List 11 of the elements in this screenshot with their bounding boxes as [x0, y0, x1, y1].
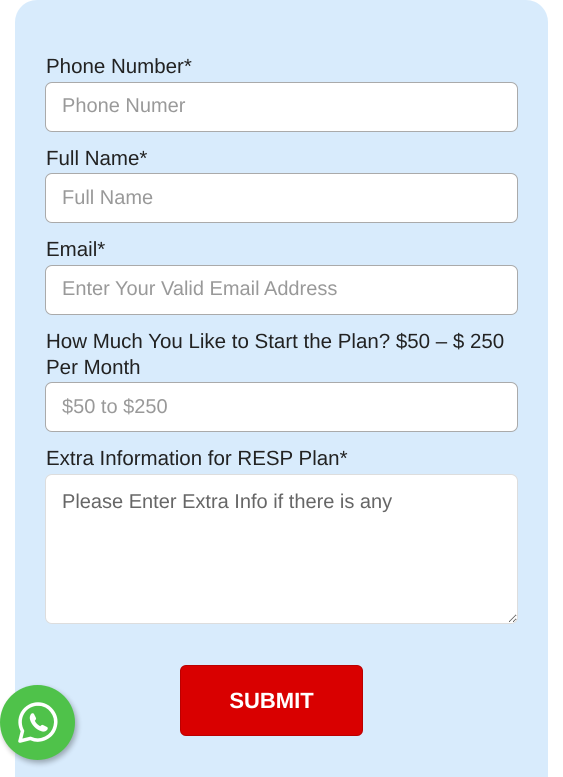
field-label: Email*	[46, 237, 106, 263]
field-label: Full Name*	[46, 146, 148, 172]
text-area[interactable]: Please Enter Extra Info if there is any	[45, 474, 518, 624]
field-label: Extra Information for RESP Plan*	[46, 446, 349, 472]
submit-button[interactable]: SUBMIT	[180, 664, 363, 736]
input-field[interactable]: Phone Numer	[45, 82, 518, 132]
input-field[interactable]: Full Name	[45, 173, 518, 224]
field-label: How Much You Like to Start the Plan? $50 – $ 250 Per Month	[46, 328, 506, 380]
field-label: Phone Number*	[46, 54, 193, 80]
input-field[interactable]: $50 to $250	[45, 382, 518, 432]
input-field[interactable]: Enter Your Valid Email Address	[45, 264, 518, 315]
